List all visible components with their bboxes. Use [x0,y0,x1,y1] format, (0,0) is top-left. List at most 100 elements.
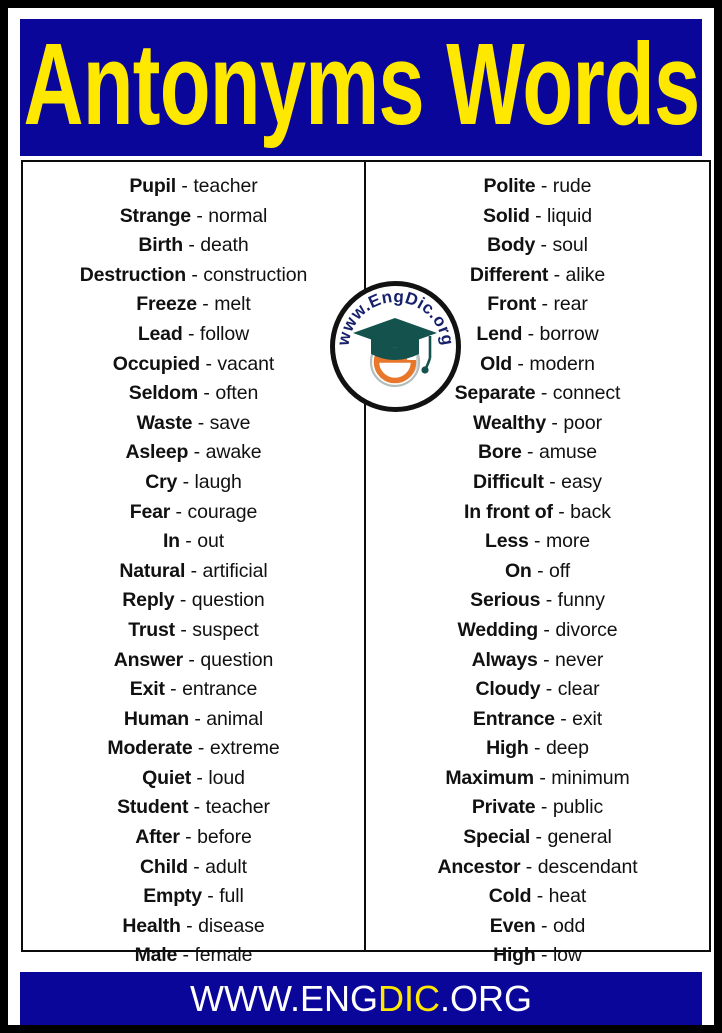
antonym-opposite: out [197,530,225,553]
antonym-row: Wedding - divorce [366,616,709,646]
antonym-row: Old - modern [366,350,709,380]
antonym-opposite: off [549,559,571,582]
antonym-row: Destruction - construction [23,261,364,291]
antonym-term: Separate [454,382,536,405]
antonym-separator: - [540,589,558,612]
antonym-term: Freeze [136,293,197,316]
antonym-separator: - [174,618,193,641]
antonym-opposite: modern [529,352,595,375]
antonym-term: Destruction [79,263,186,286]
antonym-row: Fear - courage [23,498,364,528]
antonym-term: Entrance [472,707,555,730]
antonym-opposite: awake [205,441,262,464]
antonym-row: Waste - save [23,409,364,439]
antonym-separator: - [179,826,198,849]
antonym-opposite: artificial [202,559,268,582]
antonym-row: After - before [23,823,364,853]
antonym-term: Empty [143,885,202,908]
antonym-opposite: disease [198,914,265,937]
antonym-separator: - [520,855,538,878]
antonym-separator: - [522,322,540,345]
antonym-row: Cold - heat [366,882,709,912]
antonym-opposite: follow [199,322,250,345]
antonyms-column-right: Polite - rude Solid - liquid Body - soul Di… [366,162,709,966]
antonym-term: Cry [145,470,178,493]
antonym-row: Maximum - minimum [366,764,709,794]
antonym-opposite: amuse [538,441,597,464]
antonym-row: Student - teacher [23,793,364,823]
antonym-opposite: connect [552,382,621,405]
antonym-term: Fear [129,500,171,523]
antonym-row: Front - rear [366,290,709,320]
antonym-opposite: descendant [537,855,638,878]
footer-text-part-1: WWW.ENG [190,977,378,1019]
antonym-term: Body [487,234,536,257]
antonym-separator: - [179,530,198,553]
footer-text-highlight: DIC [377,977,440,1019]
footer-banner: WWW.ENGDIC.ORG [20,972,702,1025]
antonym-row: Empty - full [23,882,364,912]
antonym-term: Private [471,796,536,819]
antonym-separator: - [528,737,546,760]
antonym-row: Occupied - vacant [23,350,364,380]
antonym-separator: - [529,204,548,227]
antonyms-column-left: Pupil - teacher Strange - normal Birth - d… [23,162,366,966]
antonym-separator: - [196,293,215,316]
antonym-separator: - [540,678,558,701]
antonym-separator: - [175,175,194,197]
antonym-row: Special - general [366,823,709,853]
antonym-row: Private - public [366,793,709,823]
antonym-separator: - [174,589,192,612]
antonym-opposite: borrow [539,322,599,345]
antonym-opposite: minimum [551,766,630,789]
antonym-opposite: construction [203,263,308,286]
antonym-separator: - [191,766,209,789]
antonym-separator: - [182,648,201,671]
antonym-opposite: general [547,826,612,849]
antonym-opposite: odd [552,914,586,937]
antonym-separator: - [554,707,573,730]
antonym-opposite: low [552,944,582,967]
antonym-row: Bore - amuse [366,438,709,468]
antonym-separator: - [177,470,195,493]
antonym-separator: - [521,441,539,464]
antonym-row: Entrance - exit [366,705,709,735]
antonym-row: Human - animal [23,705,364,735]
antonym-row: Cry - laugh [23,468,364,498]
antonym-term: Cold [488,885,532,908]
antonym-separator: - [190,204,209,227]
antonym-separator: - [548,263,566,286]
footer-website-label[interactable]: WWW.ENGDIC.ORG [190,977,532,1019]
antonym-row: Male - female [23,941,364,971]
antonym-row: Strange - normal [23,202,364,232]
antonym-row: In - out [23,527,364,557]
antonym-term: Health [122,914,181,937]
antonym-opposite: female [194,944,253,967]
antonym-row: Exit - entrance [23,675,364,705]
antonym-row: Less - more [366,527,709,557]
antonym-separator: - [180,914,199,937]
antonym-opposite: soul [552,234,588,257]
antonym-separator: - [198,382,216,405]
antonym-opposite: full [219,885,244,908]
antonym-row: Separate - connect [366,379,709,409]
antonym-term: Natural [119,559,186,582]
antonym-term: Difficult [473,470,544,493]
antonym-term: Lend [476,322,523,345]
antonym-opposite: normal [208,204,268,227]
antonym-row: Reply - question [23,586,364,616]
antonym-row: Serious - funny [366,586,709,616]
antonym-opposite: before [197,826,252,849]
antonym-opposite: poor [563,411,602,434]
antonym-opposite: melt [214,293,251,316]
antonym-term: Always [471,648,538,671]
antonym-opposite: liquid [547,204,592,227]
antonym-opposite: funny [557,589,605,612]
antonym-term: Wedding [457,618,539,641]
antonym-opposite: back [570,500,611,523]
antonym-term: Lead [137,322,183,345]
antonym-separator: - [535,944,553,967]
antonym-opposite: heat [548,885,587,908]
antonym-row: Ancestor - descendant [366,853,709,883]
antonym-term: Quiet [142,766,192,789]
